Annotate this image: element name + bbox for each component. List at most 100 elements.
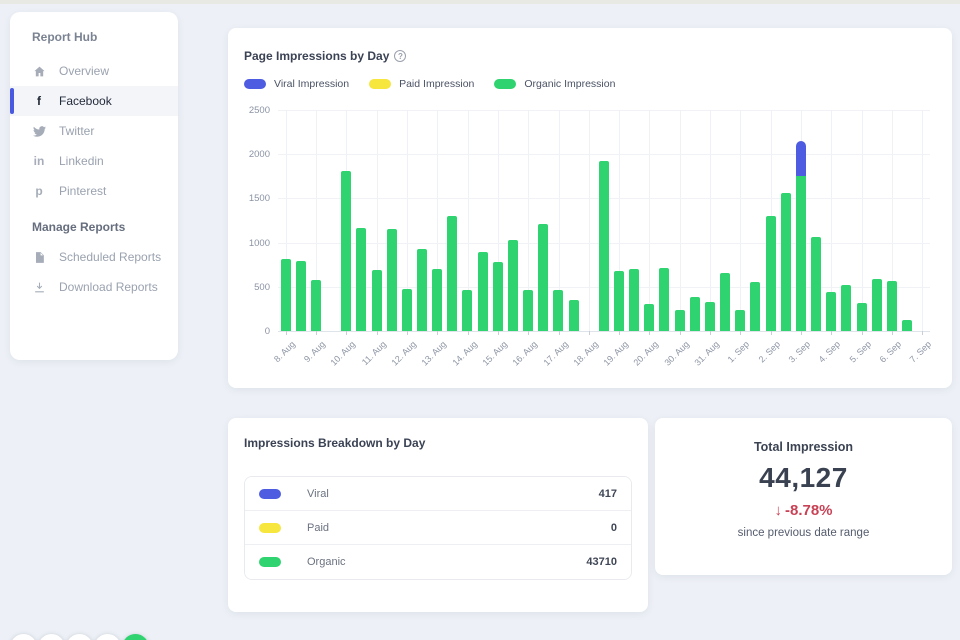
bar-slot[interactable] (308, 110, 323, 331)
sidebar-item-download-reports[interactable]: Download Reports (10, 272, 178, 302)
sidebar: Report Hub Overview f Facebook Twitter in Lin… (10, 12, 178, 360)
organic-segment (704, 301, 715, 331)
bar-slot[interactable] (414, 110, 429, 331)
bar-slot[interactable] (793, 110, 808, 331)
x-tick (285, 331, 287, 335)
total-note: since previous date range (737, 527, 870, 539)
bar-slot[interactable] (808, 110, 823, 331)
total-value: 44,127 (759, 462, 848, 493)
bar-slot[interactable] (627, 110, 642, 331)
chart-legend: Viral Impression Paid Impression Organic I… (244, 78, 615, 90)
dock-button-active[interactable] (122, 634, 149, 640)
bar-slot[interactable] (460, 110, 475, 331)
bar-slot[interactable] (733, 110, 748, 331)
x-tick (406, 331, 408, 335)
organic-segment (644, 304, 655, 331)
bar-slot[interactable] (672, 110, 687, 331)
legend-label: Organic Impression (524, 78, 616, 90)
bar-slot[interactable] (642, 110, 657, 331)
x-tick (740, 331, 742, 335)
bar-slot[interactable] (778, 110, 793, 331)
bar-slot[interactable] (323, 110, 338, 331)
bar-slot[interactable] (763, 110, 778, 331)
sidebar-item-overview[interactable]: Overview (10, 56, 178, 86)
bar-slot[interactable] (369, 110, 384, 331)
organic-segment (901, 320, 912, 331)
bar-slot[interactable] (521, 110, 536, 331)
sidebar-item-linkedin[interactable]: in Linkedin (10, 146, 178, 176)
bar-slot[interactable] (505, 110, 520, 331)
dock-button[interactable] (10, 634, 37, 640)
x-tick-label: 20. Aug (631, 339, 661, 368)
bar-slot[interactable] (657, 110, 672, 331)
bar-slot[interactable] (718, 110, 733, 331)
bar-slot[interactable] (475, 110, 490, 331)
organic-segment (674, 309, 685, 331)
bar-slot[interactable] (702, 110, 717, 331)
bar-slot[interactable] (687, 110, 702, 331)
bar-slot[interactable] (384, 110, 399, 331)
x-tick-label: 1. Sep (726, 339, 752, 365)
impression-bar (523, 290, 534, 331)
organic-segment (886, 280, 897, 331)
bar-slot[interactable] (354, 110, 369, 331)
bar-slot[interactable] (490, 110, 505, 331)
bar-slot[interactable] (581, 110, 596, 331)
impression-bar (765, 216, 776, 331)
bar-slot[interactable] (899, 110, 914, 331)
bar-slots (278, 110, 930, 331)
dock-button[interactable] (38, 634, 65, 640)
bar-slot[interactable] (748, 110, 763, 331)
bar-slot[interactable] (293, 110, 308, 331)
sidebar-item-facebook[interactable]: f Facebook (10, 86, 178, 116)
bar-slot[interactable] (596, 110, 611, 331)
organic-segment (629, 269, 640, 331)
bar-slot[interactable] (854, 110, 869, 331)
bar-slot[interactable] (445, 110, 460, 331)
legend-item-2[interactable]: Organic Impression (494, 78, 615, 90)
x-tick (649, 331, 651, 335)
x-tick (558, 331, 560, 335)
bar-slot[interactable] (339, 110, 354, 331)
bar-slot[interactable] (551, 110, 566, 331)
bar-slot[interactable] (278, 110, 293, 331)
dock-button[interactable] (66, 634, 93, 640)
twitter-icon (32, 124, 46, 138)
sidebar-item-pinterest[interactable]: p Pinterest (10, 176, 178, 206)
sidebar-item-twitter[interactable]: Twitter (10, 116, 178, 146)
x-tick (892, 331, 894, 335)
bar-slot[interactable] (824, 110, 839, 331)
legend-item-1[interactable]: Paid Impression (369, 78, 474, 90)
breakdown-row-paid: Paid 0 (245, 511, 631, 545)
dock-button[interactable] (94, 634, 121, 640)
bar-slot[interactable] (430, 110, 445, 331)
sidebar-section-title: Manage Reports (32, 220, 126, 234)
impression-bar (780, 193, 791, 331)
x-tick-label: 5. Sep (847, 339, 873, 365)
bar-slot[interactable] (884, 110, 899, 331)
bar-slot[interactable] (839, 110, 854, 331)
legend-item-0[interactable]: Viral Impression (244, 78, 349, 90)
bar-slot[interactable] (566, 110, 581, 331)
bar-slot[interactable] (915, 110, 930, 331)
impression-bar (629, 269, 640, 331)
x-tick (497, 331, 499, 335)
x-tick-label: 12. Aug (389, 339, 418, 368)
impression-bar (462, 290, 473, 331)
impression-bar (704, 301, 715, 331)
organic-segment (735, 309, 746, 331)
impression-bar (280, 259, 291, 331)
bar-slot[interactable] (611, 110, 626, 331)
x-tick (679, 331, 681, 335)
bar-slot[interactable] (869, 110, 884, 331)
sidebar-item-scheduled-reports[interactable]: Scheduled Reports (10, 242, 178, 272)
chart-header: Page Impressions by Day ? (244, 49, 407, 63)
bar-slot[interactable] (399, 110, 414, 331)
impression-bar (432, 269, 443, 331)
x-tick (528, 331, 530, 335)
x-tick-label: 19. Aug (601, 339, 631, 368)
x-tick-label: 6. Sep (877, 339, 904, 365)
bar-slot[interactable] (536, 110, 551, 331)
organic-segment (871, 278, 882, 331)
help-icon[interactable]: ? (394, 50, 407, 62)
